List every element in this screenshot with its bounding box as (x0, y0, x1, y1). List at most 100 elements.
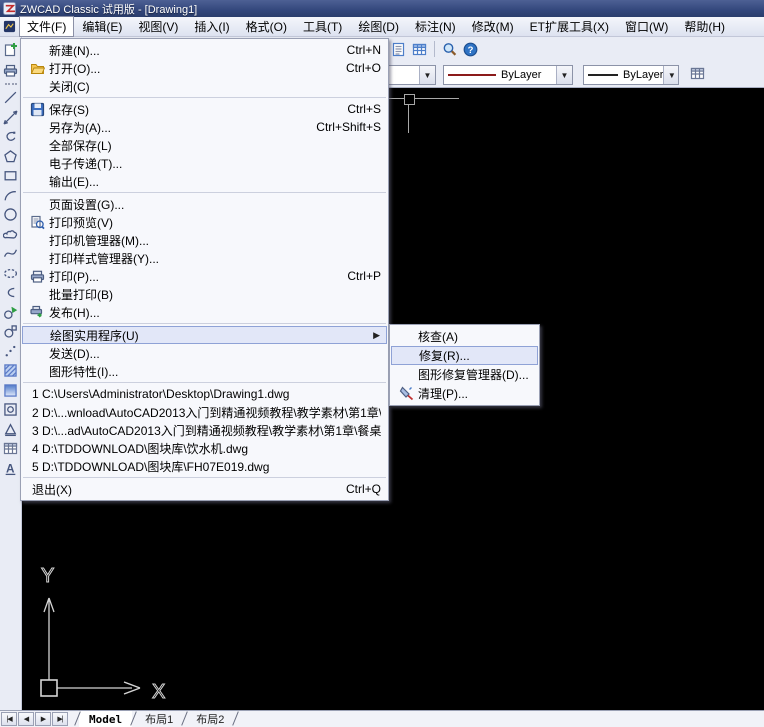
menu-item-plotter-manager[interactable]: 打印机管理器(M)... (22, 231, 387, 249)
menu-item-etransmit[interactable]: 电子传递(T)... (22, 154, 387, 172)
menu-item-open[interactable]: 打开(O)...Ctrl+O (22, 59, 387, 77)
spline-button[interactable] (0, 244, 21, 264)
polyline-button[interactable] (0, 127, 21, 147)
menu-item-new[interactable]: 新建(N)...Ctrl+N (22, 41, 387, 59)
menu-item-batch-plot[interactable]: 批量打印(B) (22, 285, 387, 303)
rectangle-button[interactable] (0, 166, 21, 186)
datasheet-button[interactable] (409, 39, 429, 59)
menu-item-label: 页面设置(G)... (49, 196, 124, 213)
lineweight-control[interactable]: ByLayer ▼ (583, 65, 679, 85)
help-button[interactable]: ? (460, 39, 480, 59)
hatch-icon (3, 363, 18, 378)
search-button[interactable] (439, 39, 459, 59)
last-tab-button[interactable]: ▶| (52, 712, 68, 726)
dropdown-arrow-icon[interactable]: ▼ (663, 66, 679, 84)
line-button[interactable] (0, 88, 21, 108)
revision-cloud-icon (3, 227, 18, 242)
table-button[interactable] (0, 439, 21, 459)
table-icon (3, 441, 18, 456)
menu-tools[interactable]: 工具(T) (295, 16, 350, 37)
polygon-icon (3, 149, 18, 164)
circle-button[interactable] (0, 205, 21, 225)
print-preview-icon (25, 215, 49, 230)
menu-item-print-preview[interactable]: 打印预览(V) (22, 213, 387, 231)
linetype-control[interactable]: ByLayer ▼ (443, 65, 573, 85)
menu-item-print[interactable]: 打印(P)...Ctrl+P (22, 267, 387, 285)
menu-item-save[interactable]: 保存(S)Ctrl+S (22, 100, 387, 118)
make-block-button[interactable] (0, 322, 21, 342)
purge-icon (394, 386, 418, 401)
menu-item-purge[interactable]: 清理(P)... (391, 384, 538, 403)
menu-item-drawing-properties[interactable]: 图形特性(I)... (22, 362, 387, 380)
arc-button[interactable] (0, 186, 21, 206)
point-button[interactable] (0, 342, 21, 362)
menu-item-label: 图形修复管理器(D)... (418, 366, 529, 383)
properties-button[interactable] (388, 39, 408, 59)
menu-separator (23, 382, 386, 383)
tab-layout1[interactable]: 布局1 (135, 711, 183, 727)
revision-cloud-button[interactable] (0, 225, 21, 245)
menu-express-tools[interactable]: ET扩展工具(X) (522, 16, 617, 37)
help-icon: ? (463, 42, 478, 57)
ucs-y-label: Y (41, 565, 54, 587)
tab-model[interactable]: Model (79, 711, 132, 727)
menu-file[interactable]: 文件(F) (19, 16, 74, 37)
new-sheet-button[interactable] (0, 39, 21, 60)
menu-item-drawing-utilities[interactable]: 绘图实用程序(U)▶ (22, 326, 387, 344)
insert-block-button[interactable] (0, 303, 21, 323)
menu-format[interactable]: 格式(O) (238, 16, 295, 37)
menu-item-send[interactable]: 发送(D)... (22, 344, 387, 362)
menu-modify[interactable]: 修改(M) (464, 16, 522, 37)
menu-item-page-setup[interactable]: 页面设置(G)... (22, 195, 387, 213)
point-icon (3, 344, 18, 359)
region-icon (3, 402, 18, 417)
menu-item-save-all[interactable]: 全部保存(L) (22, 136, 387, 154)
menu-help[interactable]: 帮助(H) (676, 16, 733, 37)
construction-line-button[interactable] (0, 108, 21, 128)
menu-item-recent-3[interactable]: 3 D:\...ad\AutoCAD2013入门到精通视频教程\教学素材\第1章… (22, 421, 387, 439)
ellipse-button[interactable] (0, 264, 21, 284)
properties-icon (391, 42, 406, 57)
menu-dimension[interactable]: 标注(N) (407, 16, 464, 37)
menu-item-audit[interactable]: 核查(A) (391, 327, 538, 346)
menu-item-exit[interactable]: 退出(X)Ctrl+Q (22, 480, 387, 498)
menu-item-save-as[interactable]: 另存为(A)...Ctrl+Shift+S (22, 118, 387, 136)
standard-toolbar-group: ? (388, 39, 481, 59)
menu-item-drawing-recovery-manager[interactable]: 图形修复管理器(D)... (391, 365, 538, 384)
menu-item-export[interactable]: 输出(E)... (22, 172, 387, 190)
menu-item-recover[interactable]: 修复(R)... (391, 346, 538, 365)
menu-item-label: 关闭(C) (49, 78, 90, 95)
gradient-button[interactable] (0, 381, 21, 401)
menu-edit[interactable]: 编辑(E) (74, 16, 130, 37)
menu-view[interactable]: 视图(V) (130, 16, 186, 37)
dropdown-arrow-icon[interactable]: ▼ (556, 66, 572, 84)
menu-item-plot-style-manager[interactable]: 打印样式管理器(Y)... (22, 249, 387, 267)
menu-item-recent-5[interactable]: 5 D:\TDDOWNLOAD\图块库\FH07E019.dwg (22, 457, 387, 475)
toolbar-grip[interactable] (5, 83, 17, 85)
dropdown-arrow-icon[interactable]: ▼ (419, 66, 435, 84)
polygon-button[interactable] (0, 147, 21, 167)
region-button[interactable] (0, 400, 21, 420)
plot-button[interactable] (0, 60, 21, 81)
wipeout-button[interactable] (0, 420, 21, 440)
menu-item-recent-1[interactable]: 1 C:\Users\Administrator\Desktop\Drawing… (22, 385, 387, 403)
next-tab-button[interactable]: ▶ (35, 712, 51, 726)
first-tab-button[interactable]: |◀ (1, 712, 17, 726)
draw-toolbar: A (0, 37, 22, 710)
lineweight-preview (588, 74, 618, 76)
menu-item-close[interactable]: 关闭(C) (22, 77, 387, 95)
mtext-button[interactable]: A (0, 459, 21, 479)
table-button[interactable] (688, 66, 706, 84)
tab-layout2[interactable]: 布局2 (186, 711, 234, 727)
menu-insert[interactable]: 插入(I) (186, 16, 237, 37)
menu-item-recent-2[interactable]: 2 D:\...wnload\AutoCAD2013入门到精通视频教程\教学素材… (22, 403, 387, 421)
ellipse-arc-button[interactable] (0, 283, 21, 303)
menu-window[interactable]: 窗口(W) (617, 16, 676, 37)
menu-draw[interactable]: 绘图(D) (350, 16, 407, 37)
plot-icon (3, 63, 18, 78)
prev-tab-button[interactable]: ◀ (18, 712, 34, 726)
menu-item-publish[interactable]: 发布(H)... (22, 303, 387, 321)
menu-item-shortcut: Ctrl+S (329, 102, 381, 116)
menu-item-recent-4[interactable]: 4 D:\TDDOWNLOAD\图块库\饮水机.dwg (22, 439, 387, 457)
hatch-button[interactable] (0, 361, 21, 381)
